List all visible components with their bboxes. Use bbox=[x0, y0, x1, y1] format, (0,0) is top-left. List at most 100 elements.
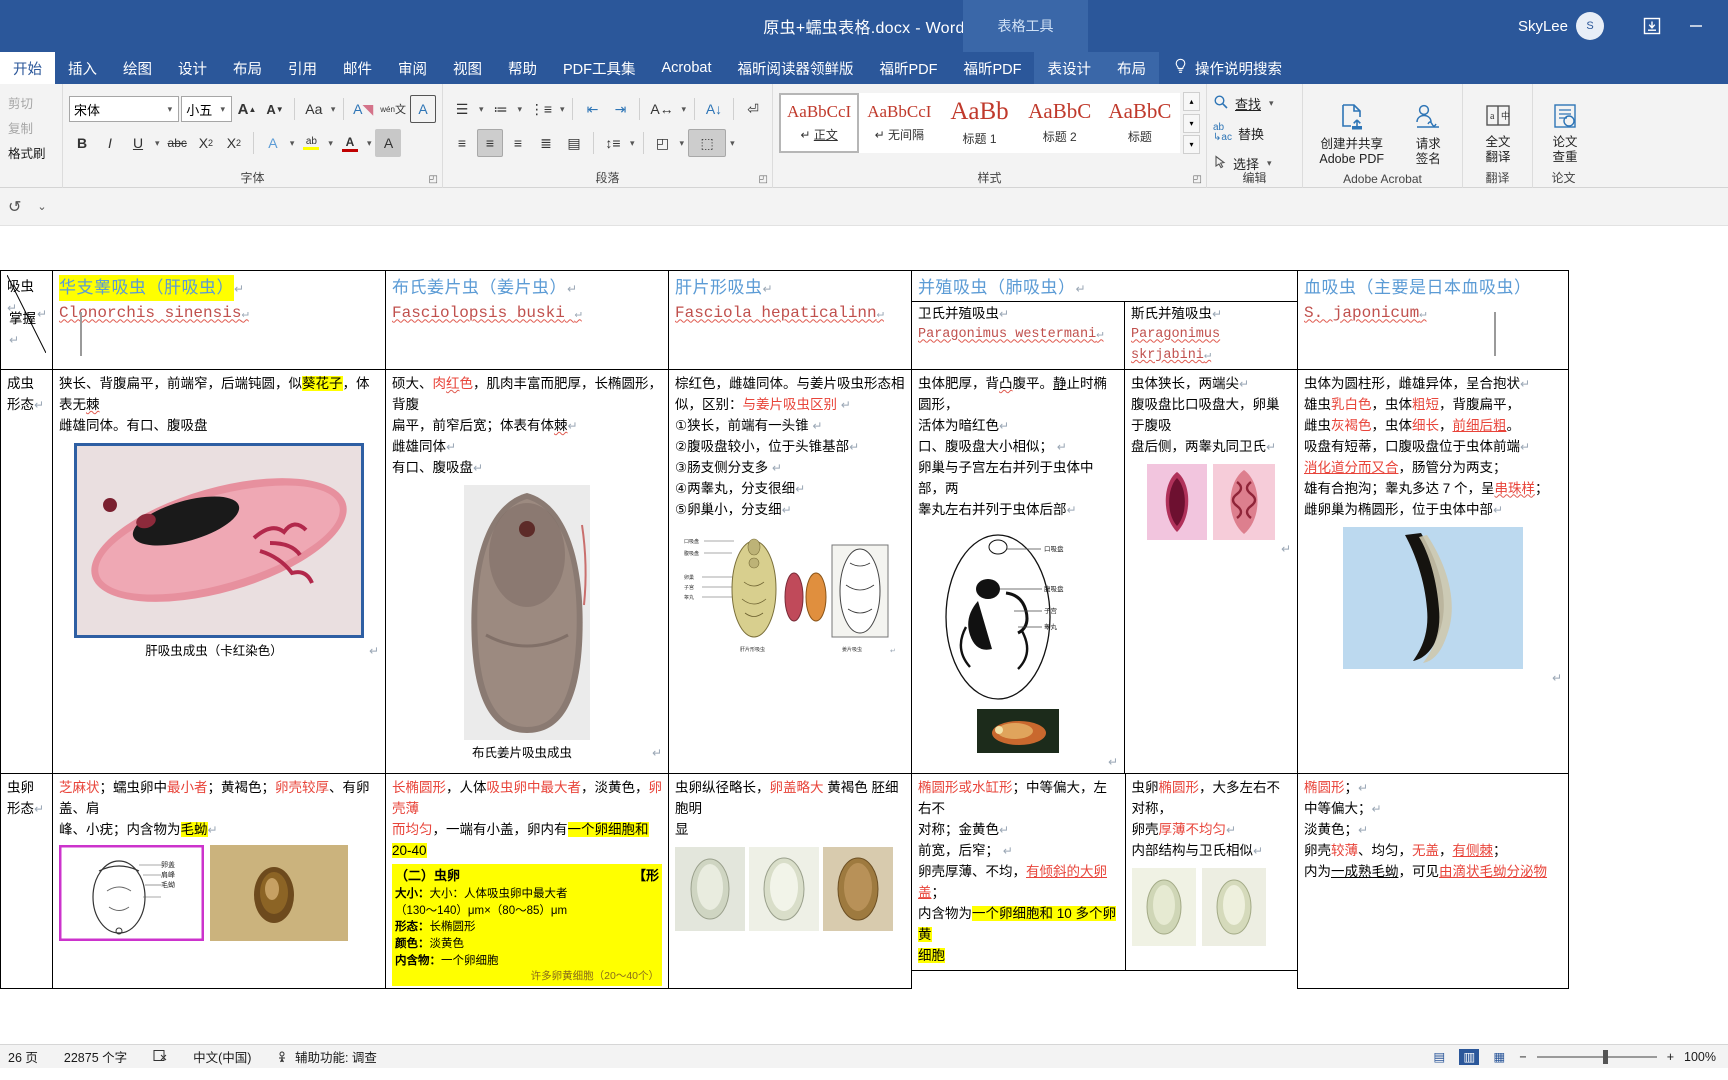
align-left-button[interactable]: ≡ bbox=[449, 129, 475, 157]
avatar[interactable]: S bbox=[1576, 12, 1604, 40]
bullets-button[interactable]: ☰ bbox=[449, 95, 475, 123]
chevron-down-icon[interactable]: ▾ bbox=[365, 138, 374, 149]
ribbon-tab-acrobat[interactable]: Acrobat bbox=[649, 52, 725, 84]
chevron-down-icon[interactable]: ▾ bbox=[516, 104, 525, 115]
chevron-down-icon[interactable]: ▾ bbox=[288, 138, 297, 149]
ribbon-tab-table-design[interactable]: 表设计 bbox=[1034, 52, 1104, 84]
chevron-down-icon[interactable]: ▾ bbox=[218, 104, 227, 115]
cell-egg-skrjabini[interactable]: 虫卵椭圆形，大多左右不对称， 卵壳厚薄不均匀↵ 内部结构与卫氏相似↵ bbox=[1124, 774, 1298, 972]
clear-formatting-button[interactable]: A ◥ bbox=[350, 95, 376, 123]
chevron-down-icon[interactable]: ▾ bbox=[166, 104, 175, 115]
distribute-button[interactable]: ▤ bbox=[561, 129, 587, 157]
chevron-down-icon[interactable]: ▾ bbox=[678, 138, 687, 149]
style-normal[interactable]: AaBbCcI ↵ 正文 bbox=[779, 93, 860, 153]
ribbon-tab-design[interactable]: 设计 bbox=[165, 52, 220, 84]
ribbon-tab-review[interactable]: 审阅 bbox=[385, 52, 440, 84]
italic-button[interactable]: I bbox=[97, 129, 123, 157]
chevron-down-icon[interactable]: ▾ bbox=[628, 138, 637, 149]
change-case-button[interactable]: Aa bbox=[301, 95, 327, 123]
ribbon-tab-help[interactable]: 帮助 bbox=[495, 52, 550, 84]
ribbon-tab-references[interactable]: 引用 bbox=[275, 52, 330, 84]
cell-name-skrjabini[interactable]: 斯氏并殖吸虫↵ Paragonimus skrjabini↵ bbox=[1124, 301, 1298, 371]
align-right-button[interactable]: ≡ bbox=[505, 129, 531, 157]
increase-indent-button[interactable]: ⇥ bbox=[607, 95, 633, 123]
ribbon-tab-foxit-pdf-1[interactable]: 福昕PDF bbox=[866, 52, 950, 84]
text-highlight-color-button[interactable]: ab bbox=[298, 129, 324, 157]
text-effects-button[interactable]: A bbox=[260, 129, 286, 157]
ribbon-tab-foxit-pdf-2[interactable]: 福昕PDF bbox=[950, 52, 1034, 84]
style-heading-1[interactable]: AaBb 标题 1 bbox=[939, 93, 1020, 153]
strikethrough-button[interactable]: abc bbox=[164, 129, 191, 157]
styles-more-icon[interactable]: ▾ bbox=[1183, 135, 1201, 154]
cell-egg-fasciola[interactable]: 虫卵纵径略长，卵盖略大 黄褐色 胚细胞明 显 bbox=[668, 773, 912, 990]
phonetic-guide-button[interactable]: wén 文 bbox=[378, 95, 408, 123]
cell-name-fasciola[interactable]: 肝片形吸虫↵ Fasciola hepaticalinn↵ bbox=[668, 269, 912, 371]
zoom-level[interactable]: 100% bbox=[1684, 1050, 1716, 1064]
customize-qat-icon[interactable]: ⌄ bbox=[37, 200, 46, 213]
styles-dialog-launcher[interactable]: ◰ bbox=[1193, 174, 1202, 185]
chevron-down-icon[interactable]: ▾ bbox=[153, 138, 162, 149]
font-name-combobox[interactable]: 宋体 ▾ bbox=[69, 96, 180, 122]
cell-adult-fasciolopsis[interactable]: 硕大、肉红色，肌肉丰富而肥厚，长椭圆形，背腹 扁平，前窄后宽；体表有体棘↵ 雌雄… bbox=[385, 369, 669, 775]
cell-name-fasciolopsis[interactable]: 布氏姜片虫（姜片虫）↵ Fasciolopsis buski ↵ bbox=[385, 269, 669, 371]
word-count[interactable]: 22875 个字 bbox=[64, 1047, 127, 1066]
font-size-combobox[interactable]: 小五 ▾ bbox=[181, 96, 232, 122]
style-no-spacing[interactable]: AaBbCcI ↵ 无间隔 bbox=[859, 93, 940, 153]
chevron-down-icon[interactable]: ▾ bbox=[1265, 158, 1274, 169]
shrink-font-button[interactable]: A ▼ bbox=[262, 95, 288, 123]
multilevel-list-button[interactable]: ⋮≡ bbox=[526, 95, 556, 123]
ribbon-tab-table-layout[interactable]: 布局 bbox=[1103, 52, 1159, 84]
chevron-down-icon[interactable]: ▾ bbox=[326, 138, 335, 149]
zoom-slider[interactable] bbox=[1536, 1049, 1657, 1064]
decrease-indent-button[interactable]: ⇤ bbox=[579, 95, 605, 123]
accessibility-status[interactable]: 辅助功能: 调查 bbox=[277, 1047, 377, 1066]
line-spacing-button[interactable]: ↕≡ bbox=[600, 129, 626, 157]
undo-icon[interactable]: ↺ bbox=[8, 197, 21, 217]
chevron-down-icon[interactable]: ▾ bbox=[1267, 98, 1276, 109]
show-formatting-marks-button[interactable]: ⏎ bbox=[740, 95, 766, 123]
copy-button[interactable]: 复制 bbox=[6, 115, 35, 140]
chevron-down-icon[interactable]: ▾ bbox=[680, 104, 689, 115]
underline-button[interactable]: U bbox=[125, 129, 151, 157]
cut-button[interactable]: 剪切 bbox=[6, 90, 35, 115]
cell-egg-clonorchis[interactable]: 芝麻状；蠕虫卵中最小者；黄褐色；卵壳较厚、有卵盖、肩 峰、小疣；内含物为毛蚴↵ … bbox=[52, 773, 386, 990]
cell-adult-schistosoma[interactable]: 虫体为圆柱形，雌雄异体，呈合抱状↵ 雄虫乳白色，虫体粗短，背腹扁平， 雌虫灰褐色… bbox=[1297, 369, 1569, 775]
styles-gallery-scroll[interactable]: ▴ ▾ ▾ bbox=[1183, 92, 1201, 154]
font-color-button[interactable]: A bbox=[337, 129, 363, 157]
cell-egg-fasciolopsis[interactable]: 长椭圆形，人体吸虫卵中最大者，淡黄色，卵壳薄 而均匀，一端有小盖，卵内有一个卵细… bbox=[385, 773, 669, 990]
paragraph-dialog-launcher[interactable]: ◰ bbox=[759, 174, 768, 185]
proofing-errors-icon[interactable] bbox=[153, 1049, 167, 1065]
minimize-icon[interactable] bbox=[1674, 0, 1718, 52]
language-indicator[interactable]: 中文(中国) bbox=[193, 1047, 251, 1066]
ribbon-tab-layout[interactable]: 布局 bbox=[220, 52, 275, 84]
cell-adult-clonorchis[interactable]: 狭长、背腹扁平，前端窄，后端钝圆，似葵花子，体表无棘 雌雄同体。有口、腹吸盘 肝… bbox=[52, 369, 386, 775]
cell-name-clonorchis[interactable]: 华支睾吸虫（肝吸虫）↵ Clonorchis sinensis↵ bbox=[52, 269, 386, 371]
subscript-button[interactable]: X2 bbox=[193, 129, 219, 157]
character-shading-button[interactable]: A bbox=[375, 129, 402, 157]
justify-button[interactable]: ≣ bbox=[533, 129, 559, 157]
ribbon-tab-home[interactable]: 开始 bbox=[0, 52, 55, 84]
web-layout-icon[interactable]: ▦ bbox=[1489, 1049, 1509, 1065]
bold-button[interactable]: B bbox=[69, 129, 95, 157]
grow-font-button[interactable]: A ▲ bbox=[234, 95, 260, 123]
parasite-comparison-table[interactable]: 吸虫↵ ↵ 掌握↵ 华支睾吸虫（肝吸虫）↵ Clonorchis sinensi… bbox=[0, 269, 1569, 990]
find-button[interactable]: 查找 ▾ bbox=[1213, 88, 1296, 118]
cell-egg-westermani[interactable]: 椭圆形或水缸形；中等偏大，左右不 对称；金黄色↵ 前宽，后窄； ↵ 卵壳厚薄、不… bbox=[912, 774, 1126, 972]
cell-name-schistosoma[interactable]: 血吸虫（主要是日本血吸虫） S. japonicum↵ bbox=[1297, 269, 1569, 371]
ribbon-tab-mailings[interactable]: 邮件 bbox=[330, 52, 385, 84]
ribbon-tab-pdf-toolkit[interactable]: PDF工具集 bbox=[550, 52, 649, 84]
chevron-down-icon[interactable]: ▾ bbox=[477, 104, 486, 115]
ribbon-display-options-icon[interactable] bbox=[1630, 0, 1674, 52]
numbering-button[interactable]: ≔ bbox=[488, 95, 514, 123]
shading-button[interactable]: ◰ bbox=[650, 129, 676, 157]
paper-check-button[interactable]: 论文 查重 bbox=[1539, 98, 1591, 166]
zoom-in-button[interactable]: + bbox=[1667, 1050, 1674, 1064]
superscript-button[interactable]: X2 bbox=[221, 129, 247, 157]
cell-name-westermani[interactable]: 卫氏并殖吸虫↵ Paragonimus westermani↵ bbox=[911, 301, 1125, 371]
format-painter-button[interactable]: 格式刷 bbox=[6, 140, 48, 165]
ribbon-tab-draw[interactable]: 绘图 bbox=[110, 52, 165, 84]
zoom-out-button[interactable]: − bbox=[1519, 1050, 1526, 1064]
ribbon-tab-insert[interactable]: 插入 bbox=[55, 52, 110, 84]
cell-adult-fasciola[interactable]: 棕红色，雌雄同体。与姜片吸虫形态相 似，区别：与姜片吸虫区别 ↵ ①狭长，前端有… bbox=[668, 369, 912, 775]
scroll-up-icon[interactable]: ▴ bbox=[1183, 92, 1201, 111]
